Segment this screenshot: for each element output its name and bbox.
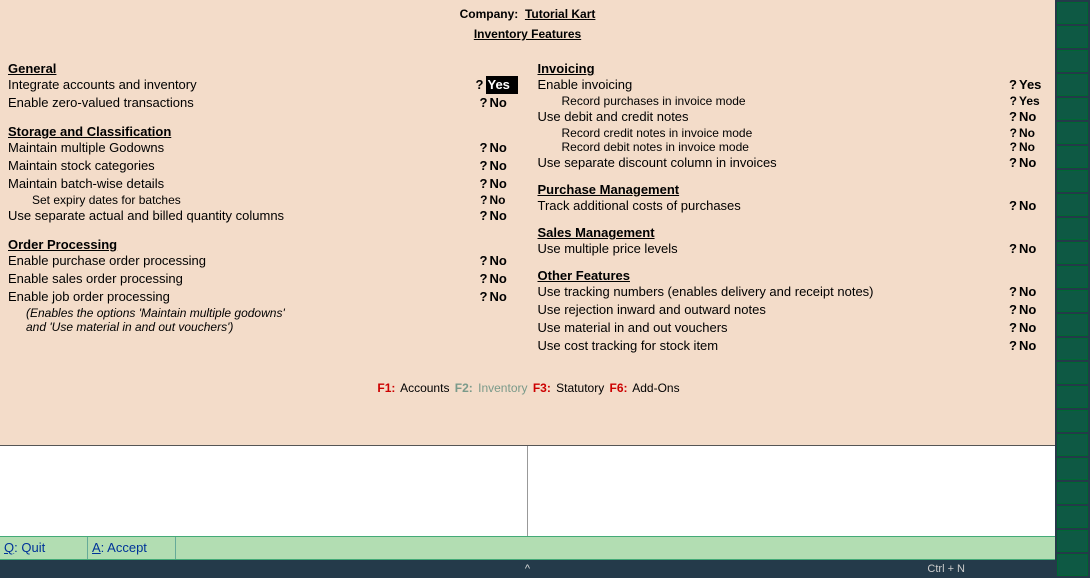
val-multiple-godowns[interactable]: No — [490, 139, 518, 157]
val-expiry-dates[interactable]: No — [490, 193, 518, 207]
opt-record-credit: Record credit notes in invoice mode — [562, 126, 1008, 140]
val-record-purchases[interactable]: Yes — [1019, 94, 1047, 108]
fkey-f2: F2: — [455, 381, 473, 395]
opt-sales-order: Enable sales order processing — [8, 270, 478, 288]
inventory-features-panel: Company: Tutorial Kart Inventory Feature… — [0, 0, 1055, 445]
left-column: General Integrate accounts and inventory… — [8, 55, 518, 355]
shortcut-hint: Ctrl + N — [927, 563, 965, 575]
opt-multiple-godowns: Maintain multiple Godowns — [8, 139, 478, 157]
val-material-vouchers[interactable]: No — [1019, 319, 1047, 337]
expand-icon[interactable]: ^ — [525, 563, 530, 575]
sidebar-button[interactable] — [1057, 314, 1088, 336]
status-bar: ^ Ctrl + N — [0, 560, 1055, 578]
opt-expiry-dates: Set expiry dates for batches — [32, 193, 478, 207]
sidebar-button[interactable] — [1057, 122, 1088, 144]
sidebar-button[interactable] — [1057, 506, 1088, 528]
calculator-area — [0, 445, 1055, 536]
section-purchase-mgmt: Purchase Management — [538, 182, 1048, 197]
opt-tracking-numbers: Use tracking numbers (enables delivery a… — [538, 283, 1008, 301]
fkey-bar: F1: Accounts F2: Inventory F3: Statutory… — [8, 381, 1047, 399]
sidebar-button[interactable] — [1057, 458, 1088, 480]
opt-job-order: Enable job order processing — [8, 288, 478, 306]
opt-integrate-accounts: Integrate accounts and inventory — [8, 76, 474, 94]
val-purchase-order[interactable]: No — [490, 252, 518, 270]
sidebar-button[interactable] — [1057, 410, 1088, 432]
page-title: Inventory Features — [474, 27, 581, 41]
sidebar-button[interactable] — [1057, 554, 1088, 576]
job-order-note1: (Enables the options 'Maintain multiple … — [8, 306, 518, 320]
opt-stock-categories: Maintain stock categories — [8, 157, 478, 175]
sidebar-button[interactable] — [1057, 338, 1088, 360]
val-record-credit[interactable]: No — [1019, 126, 1047, 140]
opt-batch-wise: Maintain batch-wise details — [8, 175, 478, 193]
opt-rejection-notes: Use rejection inward and outward notes — [538, 301, 1008, 319]
company-label: Company: Tutorial Kart — [460, 7, 596, 21]
sidebar-button[interactable] — [1057, 386, 1088, 408]
fkey-f1[interactable]: F1: — [377, 381, 395, 395]
opt-cost-tracking: Use cost tracking for stock item — [538, 337, 1008, 355]
val-batch-wise[interactable]: No — [490, 175, 518, 193]
val-additional-costs[interactable]: No — [1019, 197, 1047, 215]
val-zero-valued[interactable]: No — [490, 94, 518, 112]
opt-additional-costs: Track additional costs of purchases — [538, 197, 1008, 215]
job-order-note2: and 'Use material in and out vouchers') — [8, 320, 518, 334]
val-debit-credit[interactable]: No — [1019, 108, 1047, 126]
opt-actual-billed: Use separate actual and billed quantity … — [8, 207, 478, 225]
right-sidebar — [1055, 0, 1090, 578]
opt-zero-valued: Enable zero-valued transactions — [8, 94, 478, 112]
sidebar-button[interactable] — [1057, 98, 1088, 120]
sidebar-button[interactable] — [1057, 74, 1088, 96]
sidebar-button[interactable] — [1057, 266, 1088, 288]
val-stock-categories[interactable]: No — [490, 157, 518, 175]
val-rejection-notes[interactable]: No — [1019, 301, 1047, 319]
opt-enable-invoicing: Enable invoicing — [538, 76, 1008, 94]
opt-discount-column: Use separate discount column in invoices — [538, 154, 1008, 172]
right-column: Invoicing Enable invoicing?Yes Record pu… — [538, 55, 1048, 355]
opt-record-debit: Record debit notes in invoice mode — [562, 140, 1008, 154]
val-sales-order[interactable]: No — [490, 270, 518, 288]
val-cost-tracking[interactable]: No — [1019, 337, 1047, 355]
val-tracking-numbers[interactable]: No — [1019, 283, 1047, 301]
val-discount-column[interactable]: No — [1019, 154, 1047, 172]
section-sales-mgmt: Sales Management — [538, 225, 1048, 240]
quit-button[interactable]: Q: Quit — [0, 537, 88, 559]
sidebar-button[interactable] — [1057, 530, 1088, 552]
section-invoicing: Invoicing — [538, 61, 1048, 76]
opt-record-purchases: Record purchases in invoice mode — [562, 94, 1008, 108]
sidebar-button[interactable] — [1057, 50, 1088, 72]
sidebar-button[interactable] — [1057, 434, 1088, 456]
opt-purchase-order: Enable purchase order processing — [8, 252, 478, 270]
section-other: Other Features — [538, 268, 1048, 283]
company-name: Tutorial Kart — [525, 7, 595, 21]
fkey-f6[interactable]: F6: — [610, 381, 628, 395]
val-price-levels[interactable]: No — [1019, 240, 1047, 258]
accept-button[interactable]: A: Accept — [88, 537, 176, 559]
sidebar-button[interactable] — [1057, 482, 1088, 504]
sidebar-button[interactable] — [1057, 170, 1088, 192]
val-integrate-accounts[interactable]: Yes — [486, 76, 518, 94]
opt-price-levels: Use multiple price levels — [538, 240, 1008, 258]
val-record-debit[interactable]: No — [1019, 140, 1047, 154]
section-storage: Storage and Classification — [8, 124, 518, 139]
sidebar-button[interactable] — [1057, 362, 1088, 384]
bottom-button-bar: Q: Quit A: Accept — [0, 536, 1055, 560]
sidebar-button[interactable] — [1057, 2, 1088, 24]
sidebar-button[interactable] — [1057, 146, 1088, 168]
opt-material-vouchers: Use material in and out vouchers — [538, 319, 1008, 337]
val-job-order[interactable]: No — [490, 288, 518, 306]
sidebar-button[interactable] — [1057, 242, 1088, 264]
fkey-f3[interactable]: F3: — [533, 381, 551, 395]
opt-debit-credit: Use debit and credit notes — [538, 108, 1008, 126]
sidebar-button[interactable] — [1057, 194, 1088, 216]
sidebar-button[interactable] — [1057, 26, 1088, 48]
val-enable-invoicing[interactable]: Yes — [1019, 76, 1047, 94]
section-general: General — [8, 61, 518, 76]
val-actual-billed[interactable]: No — [490, 207, 518, 225]
sidebar-button[interactable] — [1057, 290, 1088, 312]
sidebar-button[interactable] — [1057, 218, 1088, 240]
section-order-processing: Order Processing — [8, 237, 518, 252]
